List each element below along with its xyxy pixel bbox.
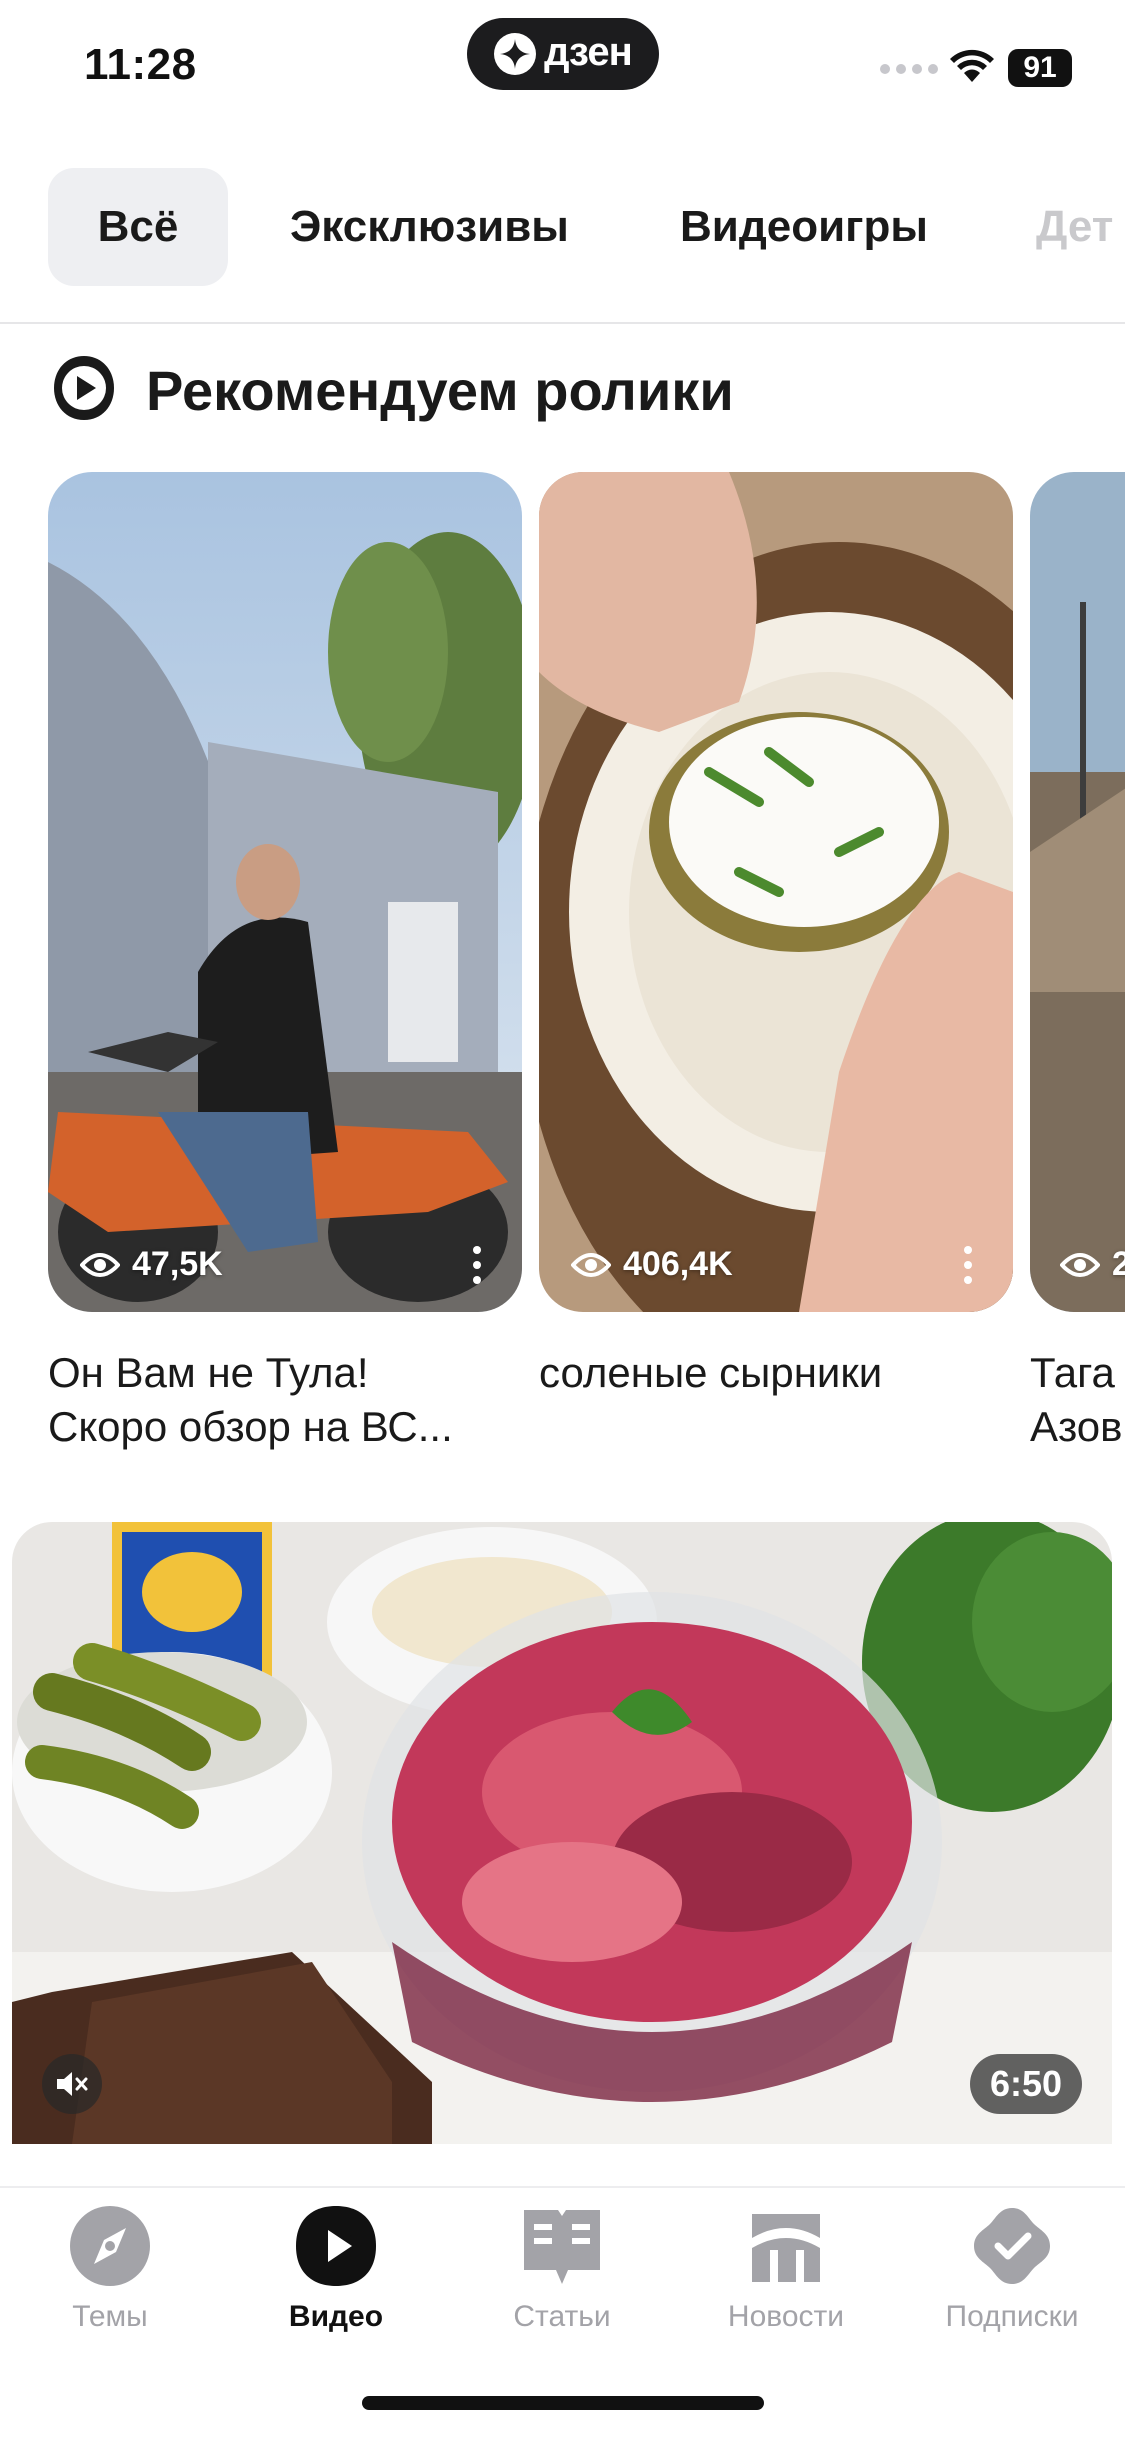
news-icon <box>752 2214 820 2282</box>
tabs-divider <box>0 322 1125 324</box>
nav-label: Темы <box>72 2300 148 2333</box>
brand-label: дзен <box>544 29 633 74</box>
play-circle-icon <box>54 356 114 420</box>
nav-item-articles[interactable]: Статьи <box>472 2204 652 2334</box>
short-views-3: 2 <box>1060 1245 1125 1284</box>
short-title-2[interactable]: соленые сырники <box>539 1346 1013 1400</box>
short-title-line: Азов <box>1030 1403 1123 1450</box>
more-options-icon[interactable] <box>472 1246 482 1284</box>
short-title-line: Он Вам не Тула! <box>48 1349 369 1396</box>
short-card-3[interactable]: 2 <box>1030 472 1125 1312</box>
tab-videogames[interactable]: Видеоигры <box>680 168 928 286</box>
articles-icon <box>524 2210 600 2284</box>
nav-label: Видео <box>288 2300 384 2333</box>
video-duration: 6:50 <box>969 2054 1082 2114</box>
section-title: Рекомендуем ролики <box>146 359 734 422</box>
nav-label: Подписки <box>945 2300 1079 2333</box>
muted-speaker-icon <box>57 2072 88 2096</box>
short-views-count: 406,4K <box>623 1245 733 1283</box>
video-card[interactable]: 6:50 <box>12 1522 1112 2144</box>
short-title-line: Скоро обзор на ВС... <box>48 1403 453 1450</box>
tab-kids[interactable]: Дет <box>1036 168 1113 286</box>
dzen-logo: дзен <box>467 18 659 90</box>
short-thumbnail-3 <box>1030 472 1125 1312</box>
tab-exclusives[interactable]: Эксклюзивы <box>290 168 569 286</box>
more-options-icon[interactable] <box>963 1246 973 1284</box>
short-title-3[interactable]: Тага Азов <box>1030 1346 1125 1454</box>
nav-item-video[interactable]: Видео <box>246 2204 426 2334</box>
nav-item-topics[interactable]: Темы <box>20 2204 200 2334</box>
dzen-star-icon <box>494 33 537 75</box>
video-icon <box>296 2206 376 2286</box>
nav-item-subscriptions[interactable]: Подписки <box>922 2204 1102 2334</box>
nav-label: Новости <box>727 2300 845 2333</box>
short-views-1: 47,5K <box>80 1245 223 1284</box>
nav-label: Статьи <box>513 2300 611 2333</box>
eye-icon <box>571 1252 611 1277</box>
video-thumbnail <box>12 1522 1112 2144</box>
short-title-1[interactable]: Он Вам не Тула! Скоро обзор на ВС... <box>48 1346 522 1454</box>
mute-button[interactable] <box>42 2054 102 2114</box>
short-card-1[interactable]: 47,5K <box>48 472 522 1312</box>
short-thumbnail-2 <box>539 472 1013 1312</box>
short-views-count: 47,5K <box>132 1245 223 1283</box>
status-time: 11:28 <box>84 40 197 89</box>
category-tabs: Всё Эксклюзивы Видеоигры Дет <box>0 160 1125 294</box>
tab-all[interactable]: Всё <box>48 168 228 286</box>
short-title-line: соленые сырники <box>539 1349 883 1396</box>
status-bar: 11:28 дзен 91 <box>0 0 1125 130</box>
short-views-count: 2 <box>1112 1245 1125 1283</box>
short-thumbnail-1 <box>48 472 522 1312</box>
wifi-icon <box>950 49 994 82</box>
home-indicator[interactable] <box>362 2396 764 2410</box>
eye-icon <box>80 1252 120 1277</box>
compass-icon <box>70 2206 150 2286</box>
battery-indicator: 91 <box>1008 49 1072 87</box>
short-card-2[interactable]: 406,4K <box>539 472 1013 1312</box>
eye-icon <box>1060 1252 1100 1277</box>
short-views-2: 406,4K <box>571 1245 733 1284</box>
short-title-line: Тага <box>1030 1349 1115 1396</box>
nav-item-news[interactable]: Новости <box>696 2204 876 2334</box>
cellular-signal-icon <box>880 64 938 74</box>
subscriptions-icon <box>974 2208 1050 2284</box>
